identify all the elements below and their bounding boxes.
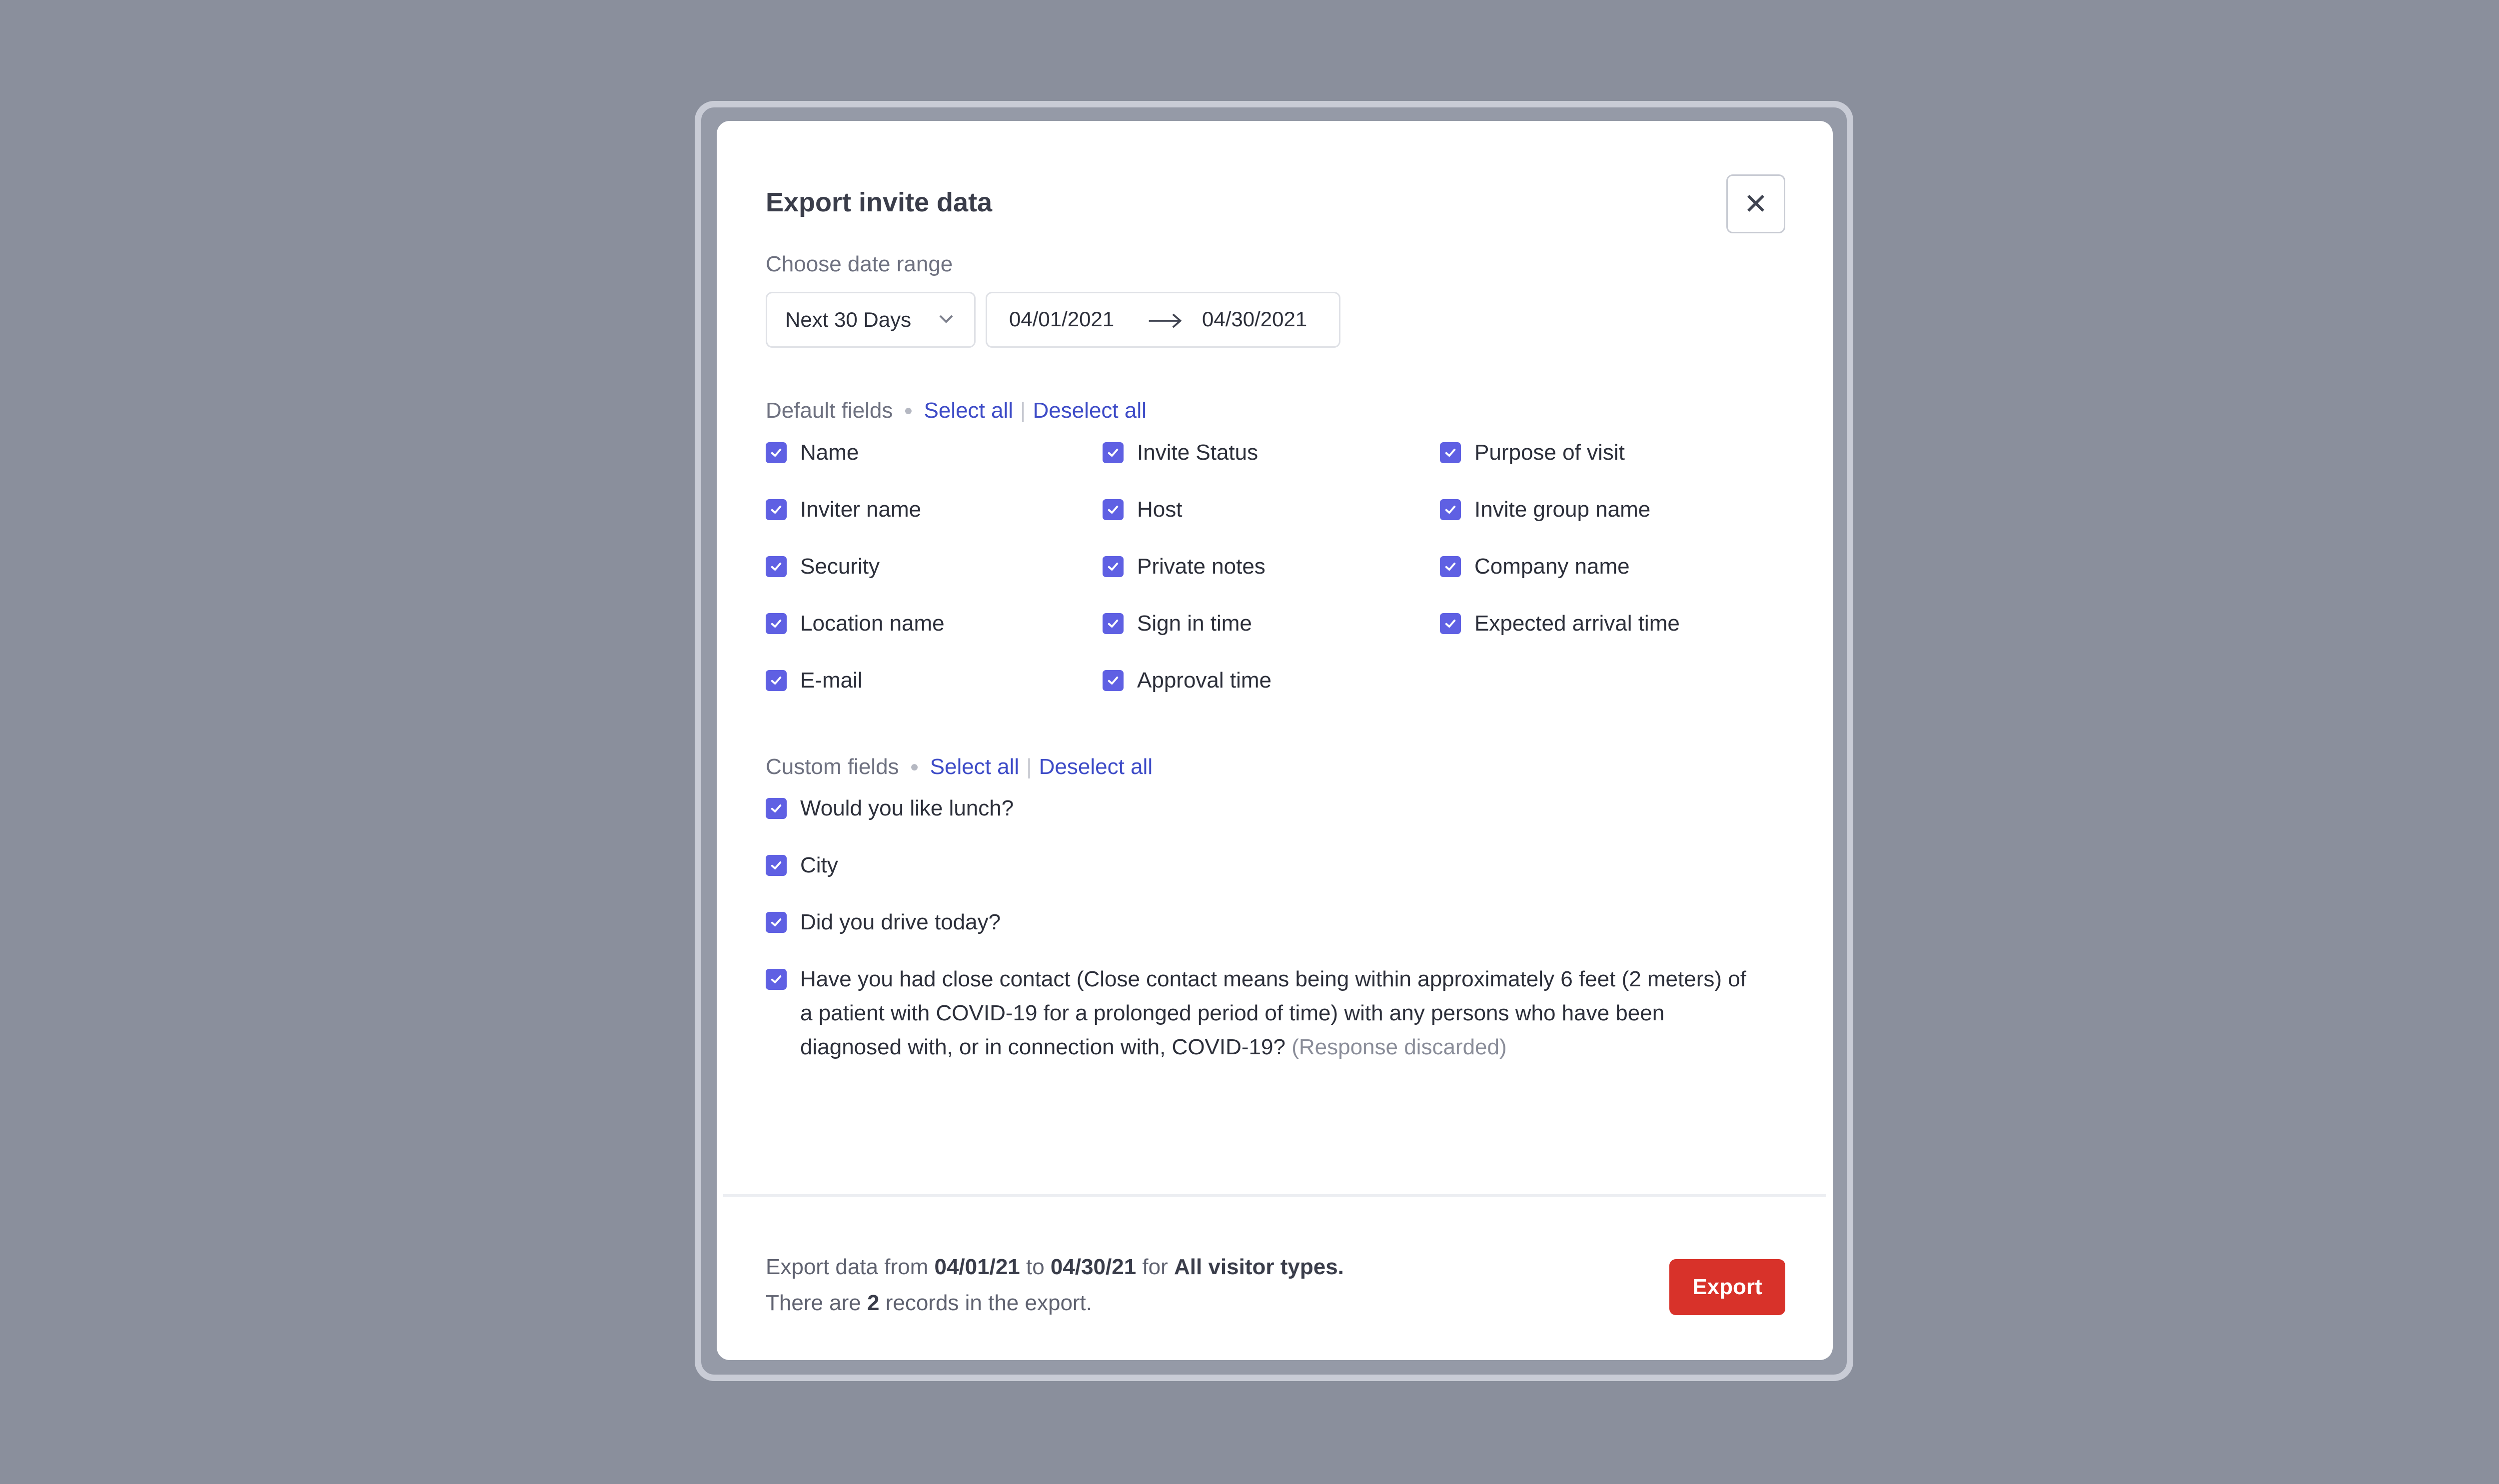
- chevron-down-icon: [939, 315, 953, 323]
- check-icon[interactable]: [1440, 499, 1461, 520]
- export-modal: Export invite data ✕ Choose date range N…: [717, 121, 1833, 1360]
- check-icon[interactable]: [1103, 442, 1124, 463]
- check-icon[interactable]: [766, 556, 787, 577]
- default-field-checkbox[interactable]: Purpose of visit: [1440, 436, 1625, 470]
- default-field-checkbox[interactable]: Company name: [1440, 550, 1630, 584]
- default-field-checkbox[interactable]: Invite group name: [1440, 493, 1650, 527]
- check-icon[interactable]: [766, 499, 787, 520]
- summary-text: records in the export.: [879, 1291, 1093, 1315]
- arrow-right-icon: [1149, 313, 1182, 328]
- check-icon[interactable]: [766, 613, 787, 634]
- check-icon[interactable]: [766, 912, 787, 933]
- custom-field-checkbox[interactable]: Have you had close contact (Close contac…: [766, 962, 1760, 1064]
- summary-to-date: 04/30/21: [1050, 1255, 1137, 1279]
- date-preset-select[interactable]: Next 30 Days: [766, 292, 976, 348]
- custom-field-checkbox[interactable]: Did you drive today?: [766, 905, 1760, 939]
- field-label: Approval time: [1137, 668, 1272, 693]
- field-label: Expected arrival time: [1474, 611, 1680, 636]
- default-field-checkbox[interactable]: Approval time: [1103, 664, 1271, 698]
- modal-title: Export invite data: [766, 187, 993, 217]
- field-label: Would you like lunch?: [800, 791, 1014, 825]
- field-label-text: Did you drive today?: [800, 910, 1001, 934]
- field-label-text: Would you like lunch?: [800, 796, 1014, 820]
- field-label: Sign in time: [1137, 611, 1252, 636]
- check-icon[interactable]: [1103, 499, 1124, 520]
- default-deselect-all-link[interactable]: Deselect all: [1033, 398, 1146, 423]
- start-date-input[interactable]: 04/01/2021: [1009, 307, 1114, 331]
- summary-text: Export data from: [766, 1255, 935, 1279]
- check-icon[interactable]: [766, 670, 787, 691]
- field-label: Location name: [800, 611, 945, 636]
- default-field-checkbox[interactable]: E-mail: [766, 664, 863, 698]
- field-note: (Response discarded): [1291, 1035, 1507, 1059]
- summary-record-count: 2: [867, 1291, 880, 1315]
- default-select-all-link[interactable]: Select all: [924, 398, 1013, 423]
- default-field-checkbox[interactable]: Name: [766, 436, 859, 470]
- field-label: Purpose of visit: [1474, 440, 1625, 465]
- custom-fields-header: Custom fields ● Select all | Deselect al…: [766, 754, 1153, 779]
- close-icon: ✕: [1743, 188, 1768, 220]
- end-date-input[interactable]: 04/30/2021: [1202, 307, 1307, 331]
- check-icon[interactable]: [1103, 556, 1124, 577]
- custom-fields-label: Custom fields: [766, 754, 899, 779]
- default-field-checkbox[interactable]: Private notes: [1103, 550, 1265, 584]
- custom-deselect-all-link[interactable]: Deselect all: [1039, 754, 1153, 779]
- check-icon[interactable]: [1103, 613, 1124, 634]
- date-range-picker: 04/01/2021 04/30/2021: [986, 292, 1340, 348]
- summary-text: for: [1136, 1255, 1174, 1279]
- summary-text: There are: [766, 1291, 867, 1315]
- default-fields-label: Default fields: [766, 398, 893, 423]
- field-label: City: [800, 848, 838, 882]
- separator: |: [1020, 398, 1026, 423]
- export-summary: Export data from 04/01/21 to 04/30/21 fo…: [766, 1249, 1344, 1321]
- summary-text: to: [1020, 1255, 1051, 1279]
- field-label: Inviter name: [800, 497, 922, 522]
- custom-field-checkbox[interactable]: Would you like lunch?: [766, 791, 1760, 825]
- default-field-checkbox[interactable]: Inviter name: [766, 493, 921, 527]
- separator-dot: ●: [910, 758, 919, 775]
- separator: |: [1026, 754, 1032, 779]
- default-fields-header: Default fields ● Select all | Deselect a…: [766, 398, 1147, 423]
- default-field-checkbox[interactable]: Security: [766, 550, 880, 584]
- field-label-text: Have you had close contact (Close contac…: [800, 967, 1746, 1059]
- field-label: Private notes: [1137, 554, 1265, 579]
- field-label-text: City: [800, 853, 838, 877]
- close-button[interactable]: ✕: [1726, 174, 1785, 233]
- separator-dot: ●: [904, 402, 913, 419]
- default-field-checkbox[interactable]: Host: [1103, 493, 1182, 527]
- default-field-checkbox[interactable]: Invite Status: [1103, 436, 1258, 470]
- field-label: Invite Status: [1137, 440, 1258, 465]
- default-field-checkbox[interactable]: Sign in time: [1103, 607, 1252, 641]
- check-icon[interactable]: [1440, 613, 1461, 634]
- summary-visitor-types: All visitor types.: [1174, 1255, 1344, 1279]
- default-field-checkbox[interactable]: Location name: [766, 607, 945, 641]
- field-label: Company name: [1474, 554, 1630, 579]
- check-icon[interactable]: [766, 969, 787, 990]
- check-icon[interactable]: [1440, 442, 1461, 463]
- check-icon[interactable]: [766, 442, 787, 463]
- check-icon[interactable]: [766, 798, 787, 819]
- export-button[interactable]: Export: [1669, 1259, 1785, 1315]
- date-range-label: Choose date range: [766, 252, 953, 276]
- field-label: Have you had close contact (Close contac…: [800, 962, 1760, 1064]
- field-label: Host: [1137, 497, 1183, 522]
- custom-select-all-link[interactable]: Select all: [930, 754, 1020, 779]
- field-label: E-mail: [800, 668, 863, 693]
- date-preset-value: Next 30 Days: [785, 308, 912, 331]
- check-icon[interactable]: [1440, 556, 1461, 577]
- check-icon[interactable]: [1103, 670, 1124, 691]
- field-label: Invite group name: [1474, 497, 1651, 522]
- field-label: Name: [800, 440, 859, 465]
- footer-divider: [723, 1194, 1826, 1197]
- custom-field-checkbox[interactable]: City: [766, 848, 1760, 882]
- check-icon[interactable]: [766, 855, 787, 876]
- summary-from-date: 04/01/21: [934, 1255, 1020, 1279]
- field-label: Security: [800, 554, 880, 579]
- field-label: Did you drive today?: [800, 905, 1001, 939]
- default-field-checkbox[interactable]: Expected arrival time: [1440, 607, 1680, 641]
